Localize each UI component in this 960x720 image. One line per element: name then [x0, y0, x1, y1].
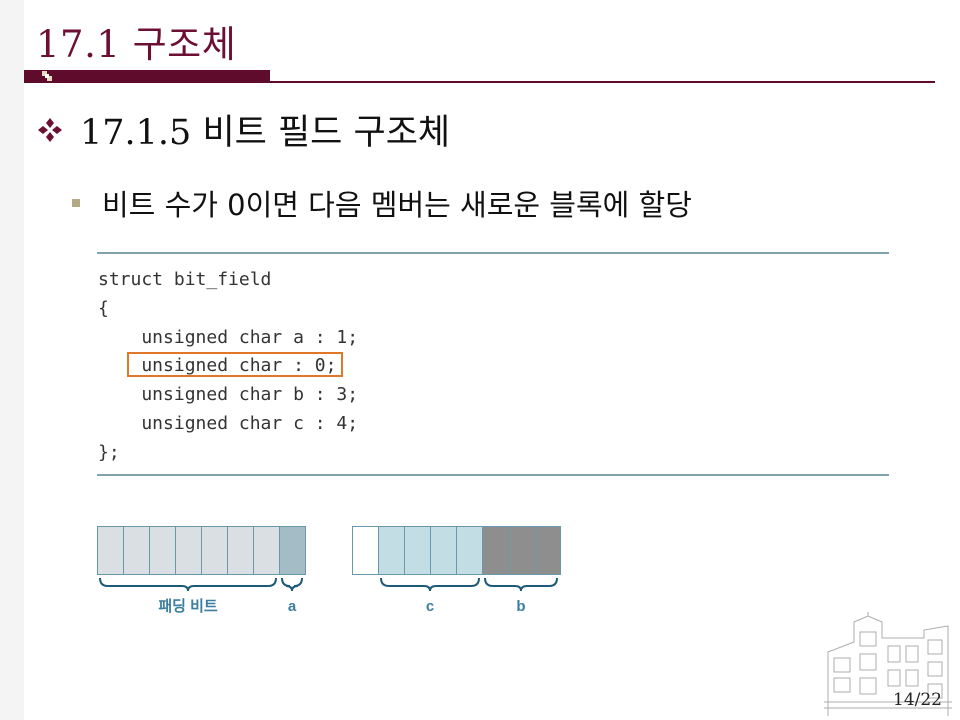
diamond-bullet-icon: [38, 117, 62, 142]
code-line: struct bit_field: [98, 269, 272, 290]
block2-brace: [484, 577, 558, 592]
block1-label: 패딩 비트: [158, 598, 218, 615]
section-heading: 17.1.5 비트 필드 구조체: [80, 113, 451, 153]
block1-brace: [99, 577, 277, 592]
block2-cell-b: [482, 526, 509, 575]
section-heading-row: 17.1.5 비트 필드 구조체: [36, 104, 450, 155]
block1-cell-a: [279, 526, 306, 575]
code-line: };: [98, 441, 120, 463]
slide-title: 17.1 구조체: [36, 23, 237, 66]
block2-label: c: [426, 598, 434, 615]
checker-icon: [42, 71, 52, 81]
code-highlight-box: [127, 352, 343, 377]
block2-cell-c: [404, 526, 431, 575]
block1-cell-padding: [201, 526, 228, 575]
block2-brace: [380, 577, 480, 592]
block1-label: a: [288, 598, 297, 615]
code-top-rule: [97, 252, 889, 254]
block1-cell-padding: [253, 526, 280, 575]
block2-cell-c: [378, 526, 405, 575]
code-bottom-rule: [97, 474, 889, 476]
code-line: unsigned char c : 4;: [98, 412, 359, 434]
block1-brace: [281, 577, 303, 592]
bullet-text: 비트 수가 0이면 다음 멤버는 새로운 블록에 할당: [102, 188, 692, 222]
bullet-item: 비트 수가 0이면 다음 멤버는 새로운 블록에 할당: [72, 182, 692, 224]
code-line: unsigned char a : 1;: [98, 326, 359, 348]
block2-cell-c: [456, 526, 483, 575]
block1-cell-padding: [227, 526, 254, 575]
block2-cell-b: [508, 526, 535, 575]
block1-cell-padding: [149, 526, 176, 575]
code-line: unsigned char b : 3;: [98, 384, 359, 405]
page-number: 14/22: [893, 690, 942, 710]
block2-cell-c: [430, 526, 457, 575]
left-decorative-strip: [0, 0, 24, 720]
code-line: {: [98, 297, 109, 319]
block2-cell-empty: [352, 526, 379, 575]
block2-label: b: [516, 598, 525, 615]
block1-cell-padding: [175, 526, 202, 575]
block1-cell-padding: [97, 526, 124, 575]
block2-cell-b: [534, 526, 561, 575]
block1-cell-padding: [123, 526, 150, 575]
bit-field-diagram: 패딩 비트 a c b: [97, 526, 561, 615]
square-bullet-icon: [72, 199, 80, 207]
title-underline-rule: [24, 81, 935, 83]
